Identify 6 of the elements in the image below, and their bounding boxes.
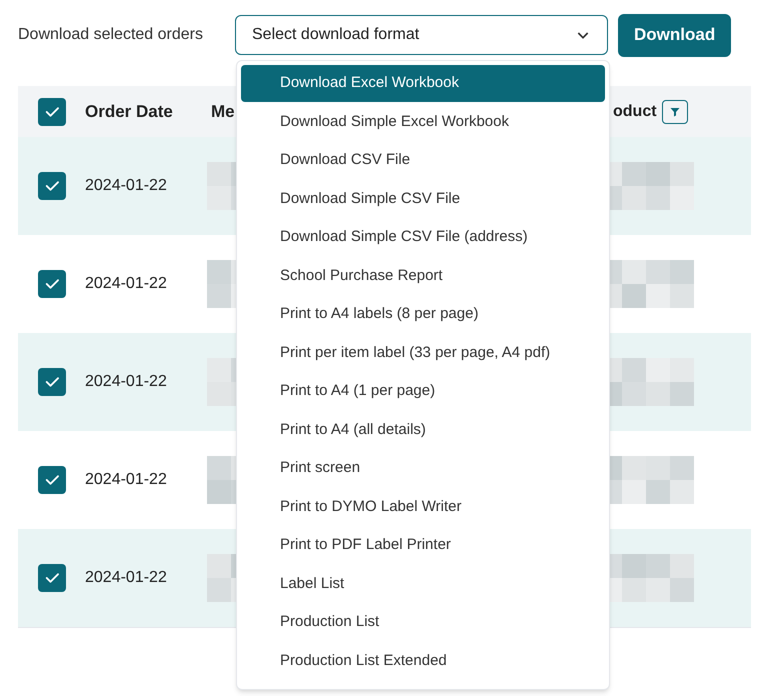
table-cell-text: 2024-01-22: [85, 372, 168, 392]
table-cell-text: 2024-01-22: [85, 470, 168, 490]
table-cell-text: 2024-01-22: [85, 176, 168, 196]
table-cell-text: 2024-01-22: [85, 568, 168, 588]
toolbar-label: Download selected orders: [18, 25, 204, 45]
table-cell-text: 2024-01-22: [85, 274, 168, 294]
